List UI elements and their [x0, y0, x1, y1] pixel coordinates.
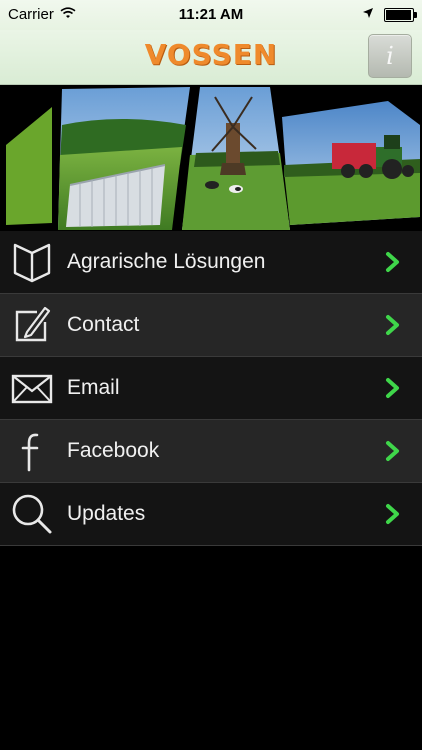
- menu-item-contact[interactable]: Contact: [0, 294, 422, 357]
- menu-item-label: Updates: [67, 502, 146, 525]
- menu-item-agrarische-loesungen[interactable]: Agrarische Lösungen: [0, 231, 422, 294]
- pencil-note-icon: [9, 302, 55, 348]
- menu-item-label: Contact: [67, 313, 140, 336]
- greenhouse-photo: [58, 87, 190, 230]
- menu-item-label: Agrarische Lösungen: [67, 250, 266, 273]
- chevron-right-icon: [382, 440, 404, 462]
- windmill-photo: [182, 87, 290, 230]
- envelope-icon: [9, 365, 55, 411]
- search-icon: [9, 491, 55, 537]
- banner-collage: [6, 87, 420, 230]
- main-menu: Agrarische Lösungen Contact Email Facebo…: [0, 231, 422, 546]
- green-accent-panel: [6, 107, 52, 225]
- battery-icon: [384, 7, 417, 22]
- status-time: 11:21 AM: [178, 6, 244, 23]
- book-icon: [9, 239, 55, 285]
- navigation-bar: VOSSEN i: [0, 30, 422, 85]
- chevron-right-icon: [382, 377, 404, 399]
- menu-item-email[interactable]: Email: [0, 357, 422, 420]
- chevron-right-icon: [382, 251, 404, 273]
- location-arrow-icon: [362, 6, 374, 23]
- status-bar: Carrier 11:21 AM: [0, 0, 422, 30]
- menu-item-label: Facebook: [67, 439, 160, 462]
- info-button[interactable]: i: [368, 34, 412, 78]
- header-banner: [0, 85, 422, 230]
- facebook-icon: [9, 428, 55, 474]
- menu-item-updates[interactable]: Updates: [0, 483, 422, 546]
- chevron-right-icon: [382, 314, 404, 336]
- chevron-right-icon: [382, 503, 404, 525]
- tractor-photo: [282, 101, 420, 225]
- menu-item-facebook[interactable]: Facebook: [0, 420, 422, 483]
- vossen-logo: VOSSEN: [144, 38, 278, 71]
- menu-item-label: Email: [67, 376, 120, 399]
